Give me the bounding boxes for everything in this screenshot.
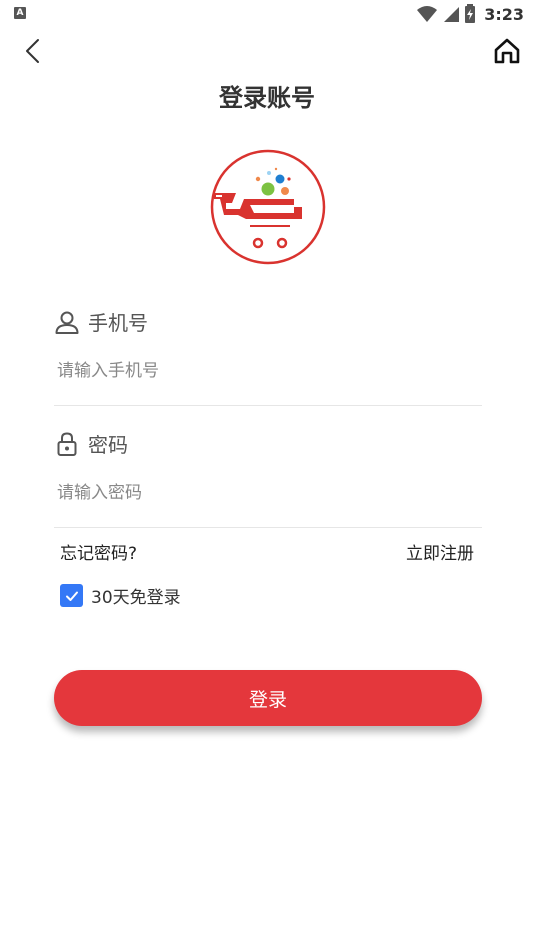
remember-label: 30天免登录 bbox=[91, 588, 181, 608]
wifi-icon bbox=[417, 6, 438, 22]
home-icon[interactable] bbox=[492, 36, 522, 66]
status-time: 3:23 bbox=[484, 4, 524, 24]
remember-checkbox[interactable] bbox=[60, 584, 83, 607]
phone-label-row: 手机号 bbox=[54, 307, 148, 336]
page-title: 登录账号 bbox=[219, 84, 315, 112]
register-link[interactable]: 立即注册 bbox=[406, 539, 474, 564]
phone-label: 手机号 bbox=[88, 311, 148, 335]
battery-charging-icon bbox=[465, 4, 476, 23]
nav-bar: 登录账号 bbox=[0, 30, 534, 120]
phone-input[interactable] bbox=[57, 356, 477, 386]
password-divider bbox=[54, 527, 482, 528]
password-input[interactable] bbox=[57, 478, 477, 508]
checkmark-icon bbox=[65, 591, 78, 601]
forgot-password-link[interactable]: 忘记密码? bbox=[60, 539, 137, 564]
lock-icon bbox=[57, 431, 77, 456]
status-app-icon: A bbox=[14, 7, 26, 19]
shopping-cart-logo bbox=[210, 149, 326, 265]
signal-icon bbox=[444, 7, 460, 22]
remember-row[interactable]: 30天免登录 bbox=[60, 583, 181, 608]
user-icon bbox=[55, 311, 79, 334]
status-right: 3:23 bbox=[416, 3, 524, 25]
password-label: 密码 bbox=[88, 433, 128, 457]
login-button[interactable]: 登录 bbox=[54, 670, 482, 726]
status-bar: A 3:23 bbox=[0, 0, 534, 28]
password-label-row: 密码 bbox=[54, 429, 128, 458]
phone-divider bbox=[54, 405, 482, 406]
back-chevron-icon[interactable] bbox=[20, 36, 46, 66]
